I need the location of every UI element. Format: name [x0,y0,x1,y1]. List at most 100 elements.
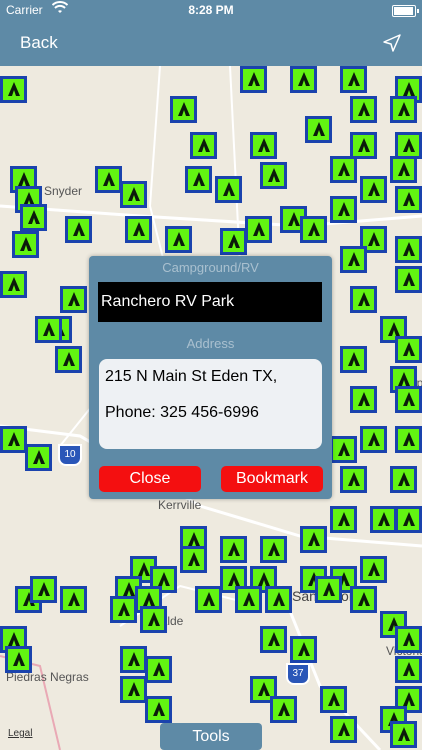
campground-pin-icon[interactable] [65,216,92,243]
campground-pin-icon[interactable] [330,196,357,223]
campground-pin-icon[interactable] [120,676,147,703]
campground-pin-icon[interactable] [305,116,332,143]
campground-pin-icon[interactable] [330,716,357,743]
campground-pin-icon[interactable] [395,186,422,213]
campground-pin-icon[interactable] [220,536,247,563]
campground-pin-icon[interactable] [290,636,317,663]
campground-pin-icon[interactable] [300,216,327,243]
campground-pin-icon[interactable] [395,656,422,683]
campground-pin-icon[interactable] [260,162,287,189]
campground-pin-icon[interactable] [260,536,287,563]
campground-pin-icon[interactable] [390,466,417,493]
campground-pin-icon[interactable] [350,286,377,313]
campground-pin-icon[interactable] [145,656,172,683]
location-arrow-icon[interactable] [382,33,402,58]
campground-pin-icon[interactable] [395,266,422,293]
campground-pin-icon[interactable] [265,586,292,613]
campground-pin-icon[interactable] [270,696,297,723]
map-label-snyder: Snyder [44,184,83,198]
campground-pin-icon[interactable] [330,436,357,463]
interstate-10-shield-icon: 10 [58,444,82,466]
campground-pin-icon[interactable] [395,336,422,363]
campground-pin-icon[interactable] [110,596,137,623]
campground-pin-icon[interactable] [370,506,397,533]
campground-pin-icon[interactable] [360,426,387,453]
campground-pin-icon[interactable] [35,316,62,343]
campground-pin-icon[interactable] [330,156,357,183]
phone-line: Phone: 325 456-6996 [105,404,259,421]
campground-pin-icon[interactable] [145,696,172,723]
battery-icon [392,5,419,17]
campground-pin-icon[interactable] [340,246,367,273]
campground-pin-icon[interactable] [390,156,417,183]
campground-pin-icon[interactable] [395,626,422,653]
campground-pin-icon[interactable] [395,506,422,533]
campground-pin-icon[interactable] [55,346,82,373]
interstate-37-shield-icon: 37 [286,663,310,685]
campground-pin-icon[interactable] [315,576,342,603]
campground-pin-icon[interactable] [395,236,422,263]
campground-pin-icon[interactable] [245,216,272,243]
campground-pin-icon[interactable] [190,132,217,159]
campground-name-field[interactable]: Ranchero RV Park [98,282,322,322]
campground-pin-icon[interactable] [165,226,192,253]
campground-pin-icon[interactable] [390,721,417,748]
campground-pin-icon[interactable] [360,556,387,583]
campground-pin-icon[interactable] [340,346,367,373]
campground-pin-icon[interactable] [320,686,347,713]
campground-pin-icon[interactable] [25,444,52,471]
campground-pin-icon[interactable] [0,426,27,453]
campground-pin-icon[interactable] [0,271,27,298]
campground-pin-icon[interactable] [300,526,327,553]
campground-pin-icon[interactable] [140,606,167,633]
campground-pin-icon[interactable] [170,96,197,123]
campground-pin-icon[interactable] [395,132,422,159]
campground-pin-icon[interactable] [350,386,377,413]
campground-pin-icon[interactable] [125,216,152,243]
clock: 8:28 PM [188,3,234,17]
close-button[interactable]: Close [99,466,201,492]
campground-pin-icon[interactable] [250,132,277,159]
campground-pin-icon[interactable] [240,66,267,93]
campground-pin-icon[interactable] [330,506,357,533]
campground-detail-popup: Campground/RV Ranchero RV Park Address 2… [89,256,332,499]
bookmark-button[interactable]: Bookmark [221,466,323,492]
campground-pin-icon[interactable] [360,176,387,203]
campground-pin-icon[interactable] [260,626,287,653]
campground-pin-icon[interactable] [350,96,377,123]
campground-pin-icon[interactable] [235,586,262,613]
back-button[interactable]: Back [20,33,58,53]
map-label-kerrville: Kerrville [158,498,202,512]
campground-pin-icon[interactable] [220,228,247,255]
address-caption: Address [186,336,235,351]
campground-pin-icon[interactable] [20,204,47,231]
campground-pin-icon[interactable] [350,586,377,613]
campground-pin-icon[interactable] [340,466,367,493]
campground-pin-icon[interactable] [12,231,39,258]
campground-pin-icon[interactable] [390,96,417,123]
address-line: 215 N Main St Eden TX, [105,368,278,385]
campground-pin-icon[interactable] [395,386,422,413]
campground-pin-icon[interactable] [30,576,57,603]
campground-pin-icon[interactable] [0,76,27,103]
tools-button[interactable]: Tools [160,723,262,750]
campground-pin-icon[interactable] [340,66,367,93]
campground-caption: Campground/RV [162,260,259,275]
campground-pin-icon[interactable] [350,132,377,159]
campground-pin-icon[interactable] [395,426,422,453]
campground-pin-icon[interactable] [290,66,317,93]
campground-pin-icon[interactable] [95,166,122,193]
campground-pin-icon[interactable] [120,181,147,208]
campground-pin-icon[interactable] [180,546,207,573]
campground-pin-icon[interactable] [60,286,87,313]
legal-link[interactable]: Legal [8,728,32,739]
campground-pin-icon[interactable] [60,586,87,613]
status-bar: Carrier 8:28 PM [0,0,422,20]
campground-pin-icon[interactable] [195,586,222,613]
campground-pin-icon[interactable] [5,646,32,673]
campground-pin-icon[interactable] [120,646,147,673]
address-textbox[interactable]: 215 N Main St Eden TX, Phone: 325 456-69… [99,359,322,449]
navigation-bar: Back [0,20,422,66]
campground-pin-icon[interactable] [215,176,242,203]
campground-pin-icon[interactable] [185,166,212,193]
